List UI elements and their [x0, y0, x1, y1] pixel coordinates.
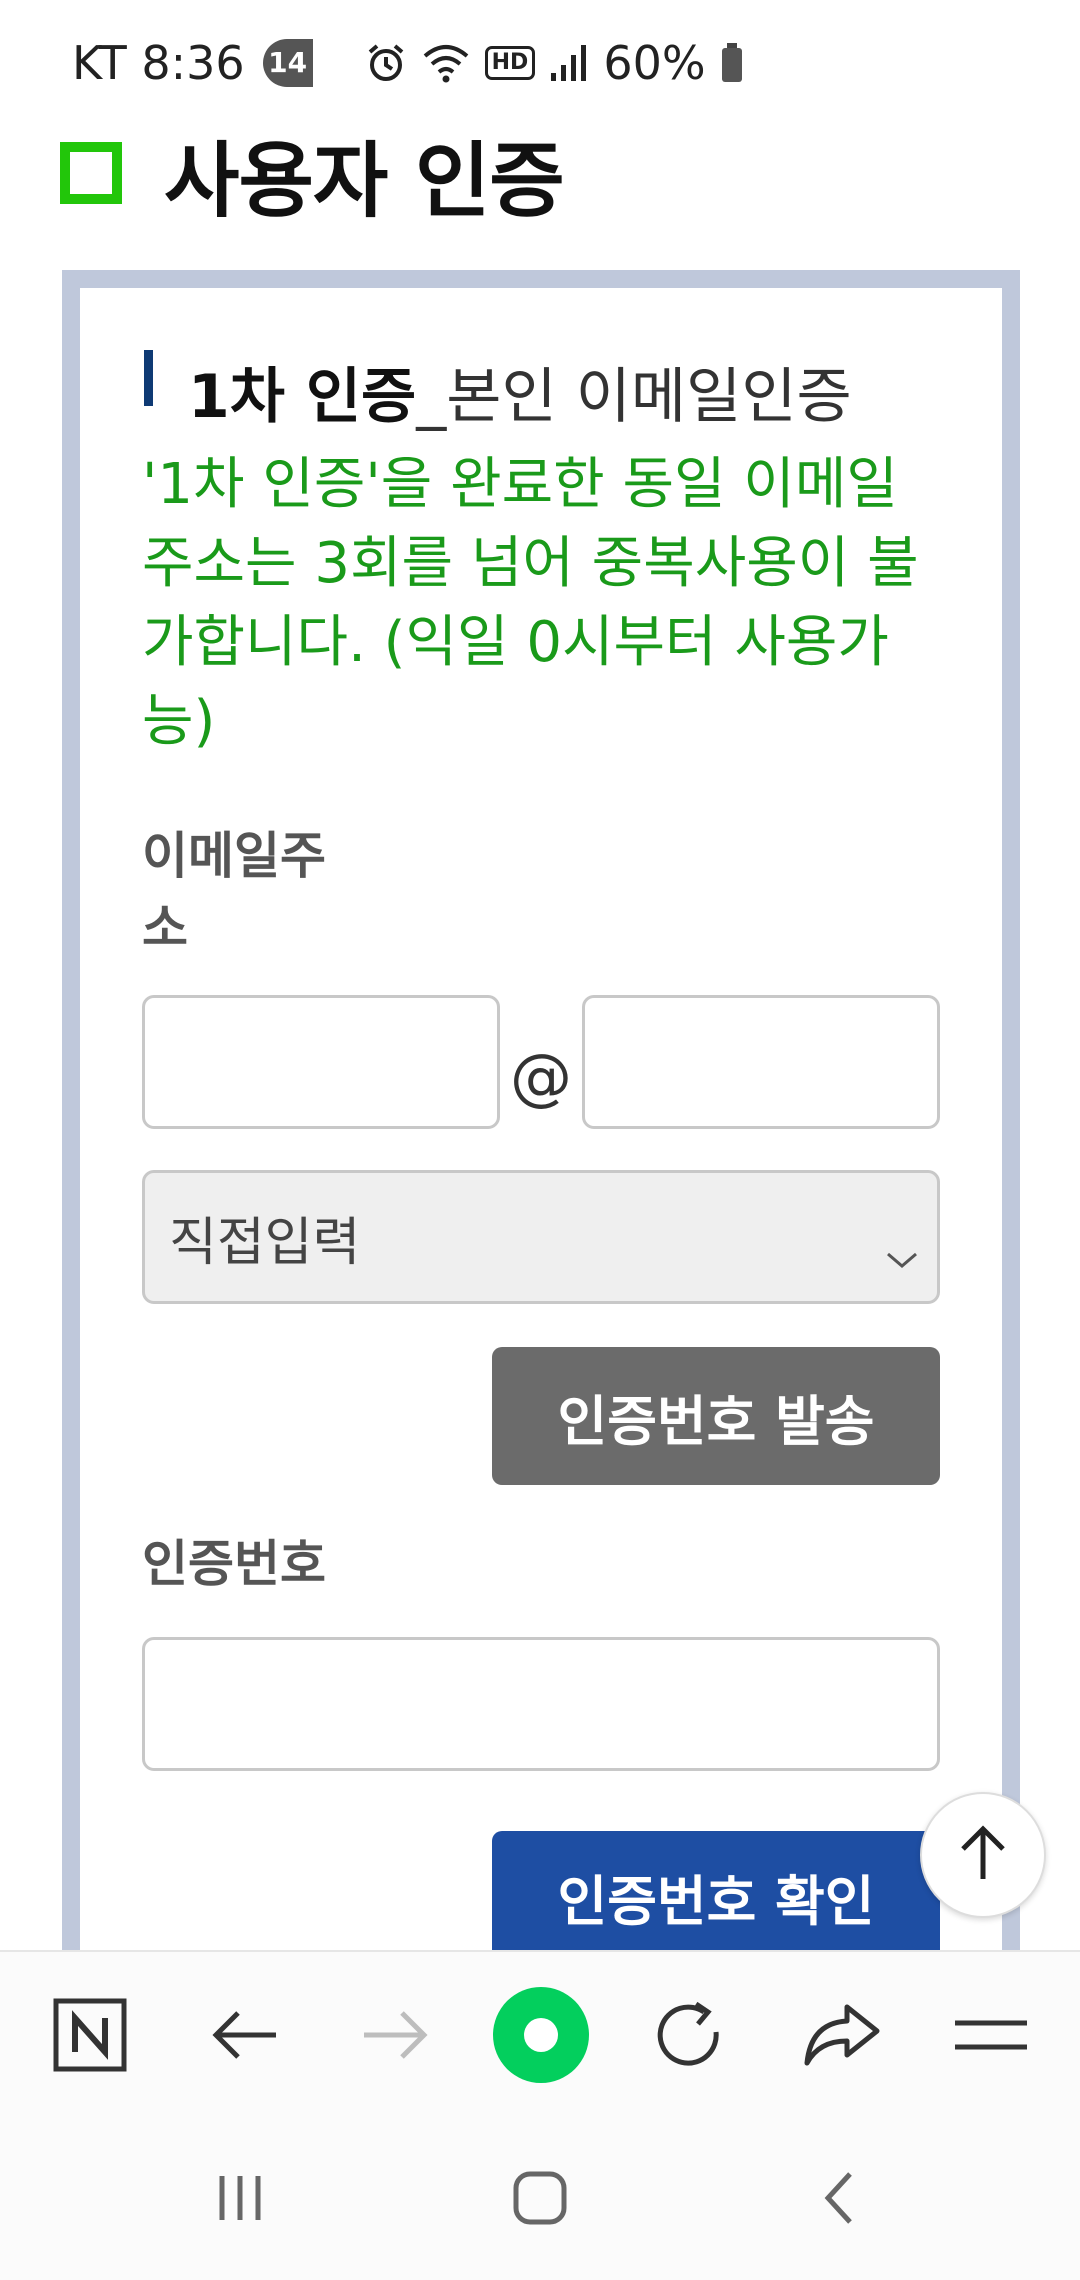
back-nav-button[interactable] — [790, 2120, 890, 2280]
browser-toolbar — [0, 1950, 1080, 2120]
back-icon — [820, 2170, 860, 2230]
green-dot-icon — [491, 1985, 591, 2089]
code-label: 인증번호 — [142, 1535, 326, 1593]
back-button[interactable] — [190, 1952, 300, 2122]
forward-button[interactable] — [340, 1952, 450, 2122]
alarm-icon — [365, 42, 407, 84]
recent-apps-icon — [214, 2172, 266, 2228]
share-button[interactable] — [786, 1952, 896, 2122]
section-heading-strong: 1차 인증 — [188, 362, 417, 432]
menu-button[interactable] — [936, 1952, 1046, 2122]
battery-percent: 60% — [603, 35, 706, 90]
scroll-to-top-button[interactable] — [920, 1792, 1046, 1918]
naver-home-icon — [53, 1998, 127, 2076]
carrier-time: KT 8:36 — [72, 35, 245, 90]
confirm-code-button[interactable]: 인증번호 확인 — [492, 1831, 940, 1961]
email-local-input[interactable] — [142, 995, 500, 1129]
home-button[interactable] — [490, 2120, 590, 2280]
email-domain-input[interactable] — [582, 995, 940, 1129]
share-icon — [801, 2001, 881, 2073]
duplicate-email-notice: '1차 인증'을 완료한 동일 이메일 주소는 3회를 넘어 중복사용이 불가합… — [142, 452, 919, 754]
page-title: 사용자 인증 — [164, 133, 565, 229]
menu-icon — [953, 2015, 1029, 2059]
signal-icon — [549, 43, 589, 83]
at-symbol: @ — [510, 1040, 572, 1113]
verification-code-input[interactable] — [142, 1637, 940, 1771]
domain-select-value: 직접입력 — [169, 1212, 361, 1273]
chevron-down-icon — [885, 1225, 919, 1285]
battery-icon — [720, 42, 744, 84]
email-domain-select[interactable]: 직접입력 — [142, 1170, 940, 1304]
home-icon — [512, 2170, 568, 2230]
back-arrow-icon — [210, 2005, 280, 2069]
status-bar: KT 8:36 14 HD 60% — [0, 0, 1080, 125]
email-label: 이메일주소 — [142, 827, 326, 957]
refresh-icon — [652, 1998, 726, 2076]
naver-home-button[interactable] — [40, 1952, 140, 2122]
recent-apps-button[interactable] — [190, 2120, 290, 2280]
heading-accent-bar — [144, 350, 153, 406]
forward-arrow-icon — [360, 2005, 430, 2069]
arrow-up-icon — [955, 1821, 1011, 1889]
green-dot-button[interactable] — [486, 1952, 596, 2122]
hd-icon: HD — [484, 45, 536, 80]
section-heading: 1차 인증 _본인 이메일인증 — [188, 348, 852, 435]
system-nav-bar — [0, 2120, 1080, 2280]
send-code-button[interactable]: 인증번호 발송 — [492, 1347, 940, 1485]
page-header: 사용자 인증 — [60, 128, 565, 229]
notification-count-badge: 14 — [262, 38, 313, 87]
section-heading-light: _본인 이메일인증 — [416, 362, 852, 432]
refresh-button[interactable] — [634, 1952, 744, 2122]
title-square-icon — [60, 142, 122, 204]
wifi-icon — [421, 42, 471, 84]
